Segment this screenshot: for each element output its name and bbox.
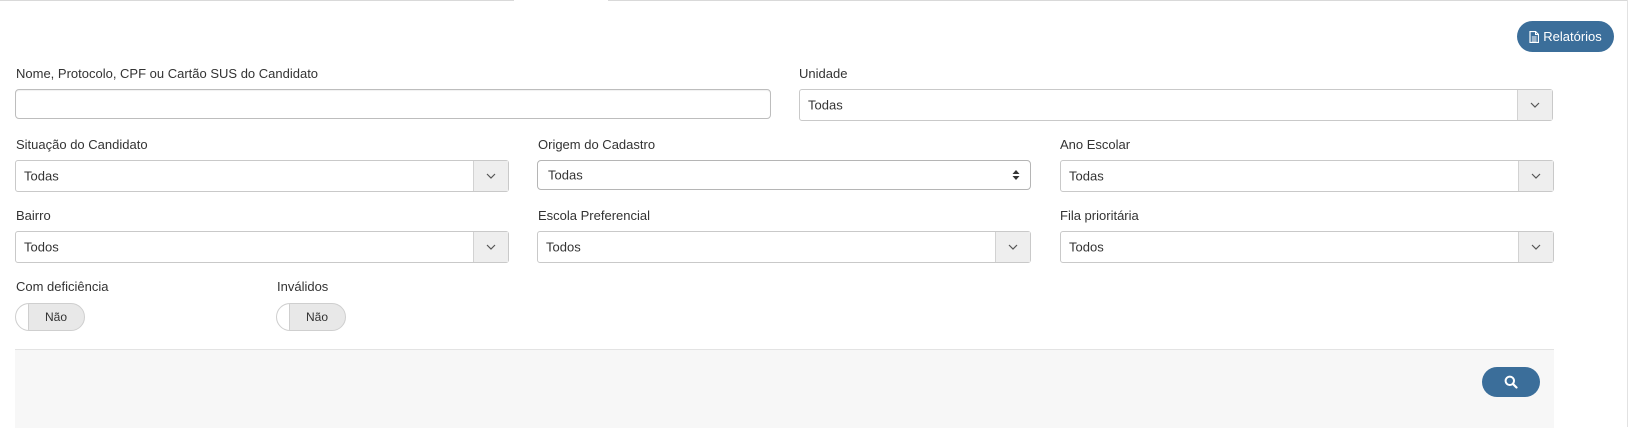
invalidos-label: Inválidos — [277, 279, 329, 294]
reports-button[interactable]: Relatórios — [1517, 21, 1614, 52]
escola-preferencial-value: Todos — [546, 239, 581, 255]
name-field-label: Nome, Protocolo, CPF ou Cartão SUS do Ca… — [16, 66, 319, 81]
chevron-down-icon[interactable] — [1518, 161, 1553, 191]
search-icon — [1504, 375, 1518, 389]
invalidos-toggle-value: Não — [305, 310, 328, 324]
origem-select[interactable]: Todas — [537, 160, 1031, 190]
unidade-label: Unidade — [799, 66, 848, 81]
reports-button-label: Relatórios — [1543, 29, 1602, 44]
chevron-down-icon[interactable] — [473, 161, 508, 191]
escola-preferencial-select[interactable]: Todos — [537, 231, 1031, 263]
form-footer — [15, 349, 1554, 428]
origem-label: Origem do Cadastro — [538, 137, 656, 152]
bairro-label: Bairro — [16, 208, 51, 223]
situacao-label: Situação do Candidato — [16, 137, 148, 152]
origem-value: Todas — [548, 167, 583, 183]
ano-escolar-label: Ano Escolar — [1060, 137, 1131, 152]
com-deficiencia-toggle[interactable]: Não — [15, 303, 85, 331]
search-button[interactable] — [1482, 367, 1540, 397]
top-border — [0, 0, 1628, 1]
fila-prioritaria-value: Todos — [1069, 239, 1104, 255]
bairro-select[interactable]: Todos — [15, 231, 509, 263]
ano-escolar-value: Todas — [1069, 168, 1104, 184]
file-text-icon — [1529, 30, 1540, 43]
chevron-down-icon[interactable] — [473, 232, 508, 262]
situacao-value: Todas — [24, 168, 59, 184]
invalidos-toggle[interactable]: Não — [276, 303, 346, 331]
candidate-search-input[interactable] — [15, 89, 771, 119]
situacao-select[interactable]: Todas — [15, 160, 509, 192]
unidade-value: Todas — [808, 97, 843, 113]
com-deficiencia-label: Com deficiência — [16, 279, 109, 294]
ano-escolar-select[interactable]: Todas — [1060, 160, 1554, 192]
active-tab-gap — [514, 0, 608, 2]
fila-prioritaria-select[interactable]: Todos — [1060, 231, 1554, 263]
sort-updown-icon — [1012, 170, 1020, 180]
com-deficiencia-toggle-value: Não — [44, 310, 67, 324]
unidade-select[interactable]: Todas — [799, 89, 1553, 121]
chevron-down-icon[interactable] — [1518, 232, 1553, 262]
chevron-down-icon[interactable] — [1517, 90, 1552, 120]
bairro-value: Todos — [24, 239, 59, 255]
chevron-down-icon[interactable] — [995, 232, 1030, 262]
fila-prioritaria-label: Fila prioritária — [1060, 208, 1139, 223]
escola-preferencial-label: Escola Preferencial — [538, 208, 650, 223]
